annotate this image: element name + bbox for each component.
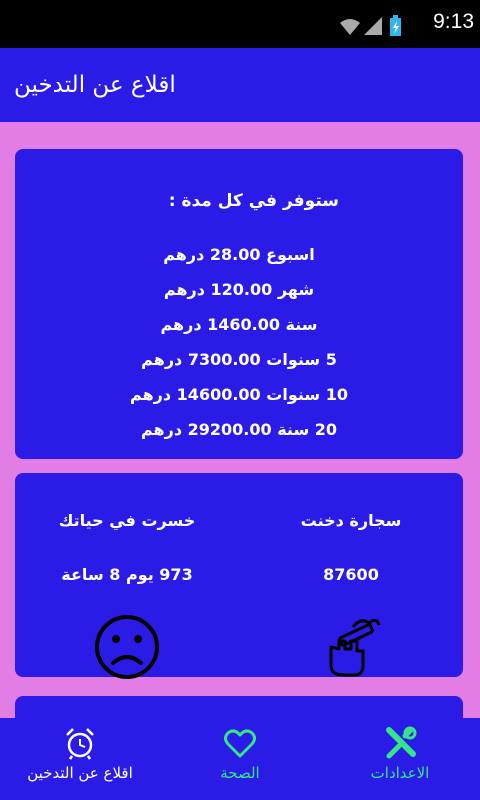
savings-row-year: سنة 1460.00 درهم <box>160 315 318 334</box>
signal-icon <box>364 17 382 35</box>
tools-icon <box>386 726 417 759</box>
wifi-icon <box>340 19 360 35</box>
battery-icon <box>390 15 401 36</box>
tab-health-label: الصحة <box>220 764 260 782</box>
status-bar: 9:13 <box>0 0 480 48</box>
life-lost-value: 973 يوم 8 ساعة <box>61 565 193 584</box>
app-bar: اقلاع عن التدخين <box>0 48 480 122</box>
page-title: اقلاع عن التدخين <box>14 72 176 98</box>
cigarettes-label: سجارة دخنت <box>300 511 402 530</box>
tab-quit-smoking[interactable]: اقلاع عن التدخين <box>0 718 160 800</box>
life-lost-label: خسرت في حياتك <box>58 511 196 530</box>
bottom-nav: اقلاع عن التدخين الصحة الاعدادات <box>0 718 480 800</box>
tab-health[interactable]: الصحة <box>160 718 320 800</box>
savings-row-month: شهر 120.00 درهم <box>163 280 315 299</box>
savings-row-week: اسبوع 28.00 درهم <box>163 245 315 264</box>
alarm-clock-icon <box>66 728 94 760</box>
life-lost-column: خسرت في حياتك 973 يوم 8 ساعة <box>15 473 239 679</box>
tab-settings-label: الاعدادات <box>370 764 430 782</box>
savings-card: ستوفر في كل مدة : اسبوع 28.00 درهم شهر 1… <box>15 149 463 459</box>
stats-card: خسرت في حياتك 973 يوم 8 ساعة سجارة دخنت … <box>15 473 463 679</box>
tab-settings[interactable]: الاعدادات <box>320 718 480 800</box>
cigarettes-value: 87600 <box>323 565 379 584</box>
savings-row-5-years: 5 سنوات 7300.00 درهم <box>141 350 337 369</box>
heart-icon <box>224 729 256 758</box>
status-icons <box>338 15 408 41</box>
savings-row-10-years: 10 سنوات 14600.00 درهم <box>130 385 348 404</box>
savings-list: اسبوع 28.00 درهم شهر 120.00 درهم سنة 146… <box>15 237 463 447</box>
savings-heading: ستوفر في كل مدة : <box>168 191 339 211</box>
status-time: 9:13 <box>433 10 474 33</box>
smoking-hand-icon <box>329 618 381 677</box>
cigarettes-column: سجارة دخنت 87600 <box>239 473 463 677</box>
tab-quit-smoking-label: اقلاع عن التدخين <box>27 764 133 782</box>
savings-row-20-years: 20 سنة 29200.00 درهم <box>140 420 338 439</box>
sad-face-icon <box>95 615 159 679</box>
